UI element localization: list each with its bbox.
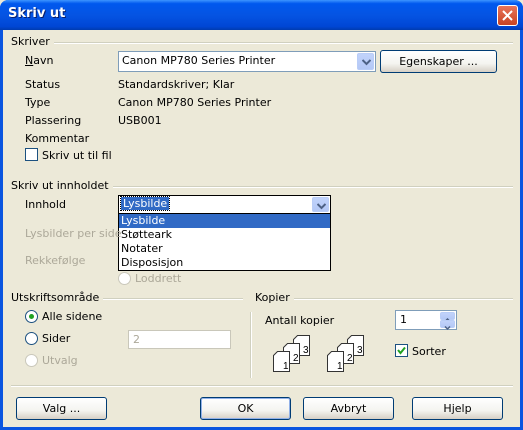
title-bar[interactable]: Skriv ut [0,0,523,30]
content-option-slide[interactable]: Lysbilde [119,214,330,228]
content-option-handouts[interactable]: Støtteark [119,228,330,242]
chevron-down-icon [317,203,326,210]
content-option-outline[interactable]: Disposisjon [119,256,330,270]
content-option-notes[interactable]: Notater [119,242,330,256]
window-title: Skriv ut [8,6,66,21]
pages-radio[interactable] [25,332,38,345]
print-to-file-checkbox[interactable] [25,148,38,161]
content-dropdown-button[interactable] [312,197,329,212]
content-group-label: Skriv ut innholdet [11,179,113,192]
dialog-body: Skriver Navn Canon MP780 Series Printer … [3,30,520,427]
printer-name-label: Navn [25,54,54,67]
help-button[interactable]: Hjelp [412,397,503,420]
order-label: Rekkefølge [25,254,86,267]
cancel-button[interactable]: Avbryt [303,397,394,420]
copies-separator [250,312,252,378]
status-label: Status [25,78,61,91]
collate-page-number: 1 [337,361,343,372]
selection-label: Utvalg [42,354,78,367]
range-group-label: Utskriftsområde [11,291,104,304]
selection-radio[interactable] [25,354,38,367]
printer-name-combobox[interactable]: Canon MP780 Series Printer [118,51,376,72]
copies-group-label: Kopier [255,291,294,304]
radio-selected-dot [29,314,34,319]
printer-group-label: Skriver [11,35,54,48]
spinner-buttons [440,312,455,331]
print-dialog-window: Skriv ut Skriver Navn Canon MP780 Series… [0,0,523,430]
chevron-down-icon [362,59,371,66]
all-pages-radio[interactable] [25,310,38,323]
options-button[interactable]: Valg ... [16,397,107,420]
type-value: Canon MP780 Series Printer [118,96,272,109]
spinner-up-button[interactable] [440,312,455,323]
pages-label[interactable]: Sider [42,332,70,345]
close-button[interactable] [497,5,518,26]
status-value: Standardskriver; Klar [118,78,235,91]
collate-page-number: 3 [357,345,363,356]
close-icon [502,10,513,21]
pages-input[interactable]: 2 [128,330,231,349]
copies-count-label: Antall kopier [265,314,335,327]
location-label: Plassering [25,114,82,127]
comment-label: Kommentar [25,132,90,145]
collate-checkbox[interactable] [395,344,408,357]
printer-dropdown-button[interactable] [357,53,374,70]
collate-page-number: 2 [293,353,299,364]
type-label: Type [25,96,51,109]
bottom-divider [11,385,513,387]
collate-page-number: 1 [283,361,289,372]
spinner-down-button[interactable] [440,320,455,331]
collate-page-number: 3 [303,345,309,356]
vertical-order-label: Loddrett [135,272,182,285]
printer-group-divider [11,42,513,44]
collate-label[interactable]: Sorter [412,345,446,358]
pages-input-value: 2 [133,333,140,346]
properties-button[interactable]: Egenskaper ... [380,50,497,73]
collate-page-number: 2 [347,353,353,364]
chevron-down-icon [444,325,451,331]
all-pages-label[interactable]: Alle sidene [42,310,102,323]
printer-name-label-rest: avn [33,54,54,67]
content-value: Lysbilde [119,196,171,211]
slides-per-page-label: Lysbilder per side [25,227,122,240]
print-to-file-label[interactable]: Skriv ut til fil [42,149,112,162]
vertical-order-radio[interactable] [118,272,131,285]
content-dropdown-list: Lysbilde Støtteark Notater Disposisjon [118,213,331,271]
printer-name-value: Canon MP780 Series Printer [122,54,276,67]
copies-count-spinner[interactable]: 1 [395,310,457,331]
checkmark-icon [397,346,406,355]
copies-count-value: 1 [400,313,407,326]
ok-button[interactable]: OK [200,397,291,420]
content-label: Innhold [25,198,66,211]
collate-pages-icon: 3 2 1 3 2 1 [273,335,364,372]
location-value: USB001 [118,114,162,127]
content-combobox[interactable]: Lysbilde [118,195,331,214]
